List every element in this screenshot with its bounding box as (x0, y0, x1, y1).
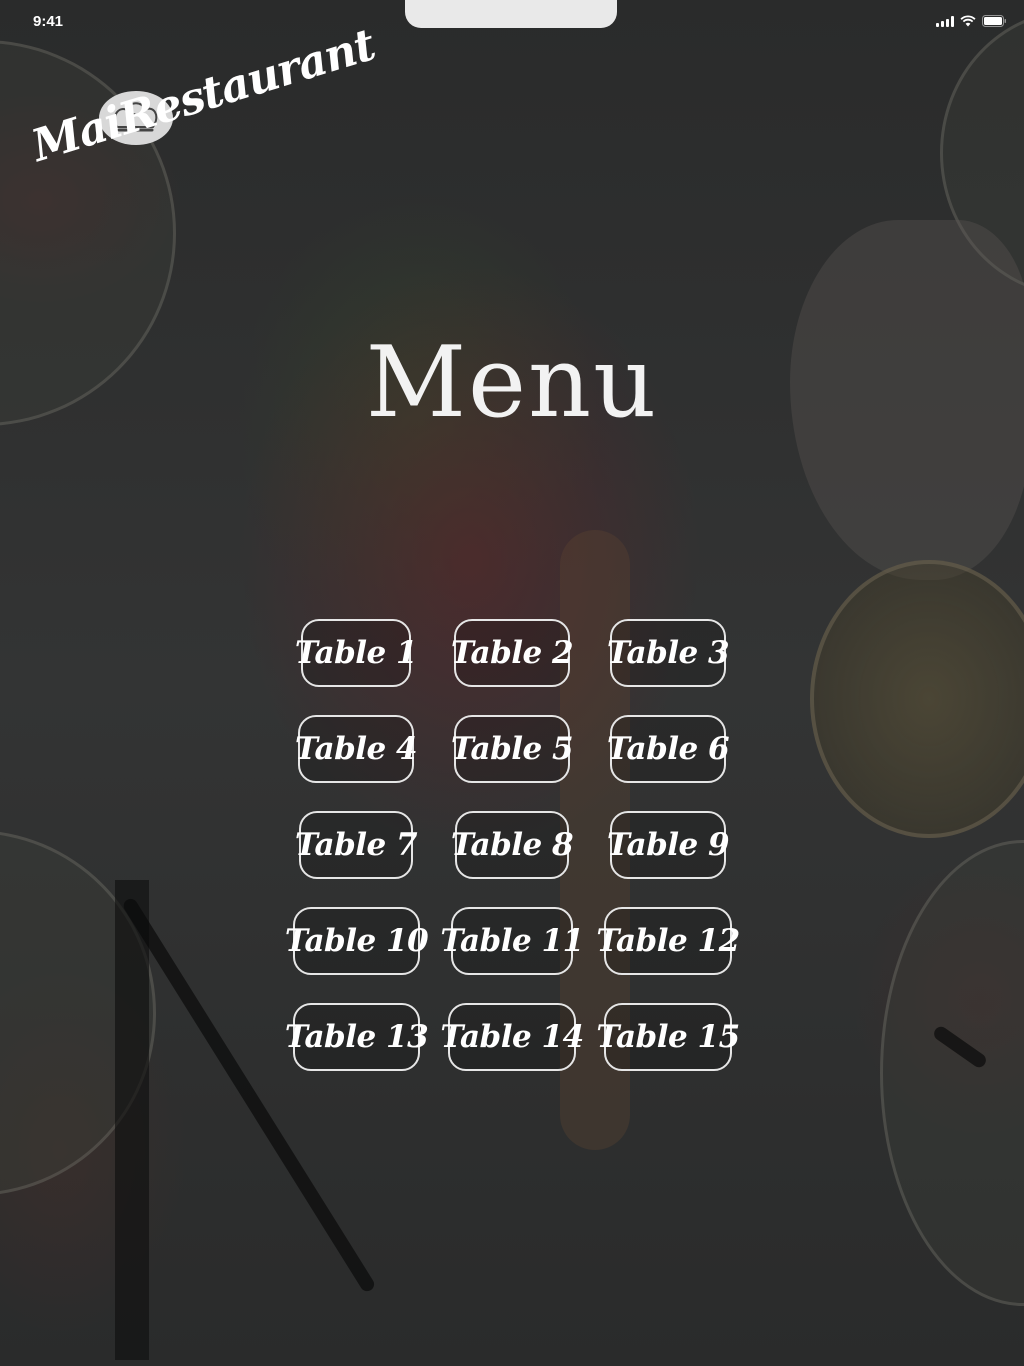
table-9-button[interactable]: Table 9 (607, 811, 730, 879)
table-13-button[interactable]: Table 13 (285, 1003, 429, 1071)
wifi-icon (960, 15, 976, 27)
table-11-button[interactable]: Table 11 (440, 907, 584, 975)
table-14-button[interactable]: Table 14 (440, 1003, 584, 1071)
battery-icon (982, 15, 1007, 27)
table-12-button[interactable]: Table 12 (596, 907, 740, 975)
device-notch (405, 0, 617, 28)
signal-icon (936, 15, 954, 27)
table-10-button[interactable]: Table 10 (285, 907, 429, 975)
table-7-button[interactable]: Table 7 (295, 811, 418, 879)
plate-decoration (880, 840, 1024, 1306)
page-title: Menu (365, 326, 659, 440)
status-time: 9:41 (33, 13, 64, 30)
restaurant-logo: MaiRestaurant (26, 19, 380, 235)
table-15-button[interactable]: Table 15 (596, 1003, 740, 1071)
status-icons (936, 15, 1007, 27)
table-4-button[interactable]: Table 4 (295, 715, 418, 783)
table-1-button[interactable]: Table 1 (295, 619, 418, 687)
cutlery-decoration (115, 880, 149, 1360)
table-2-button[interactable]: Table 2 (451, 619, 574, 687)
table-6-button[interactable]: Table 6 (607, 715, 730, 783)
honey-bowl-decoration (810, 560, 1024, 838)
table-5-button[interactable]: Table 5 (451, 715, 574, 783)
table-3-button[interactable]: Table 3 (607, 619, 730, 687)
table-8-button[interactable]: Table 8 (451, 811, 574, 879)
